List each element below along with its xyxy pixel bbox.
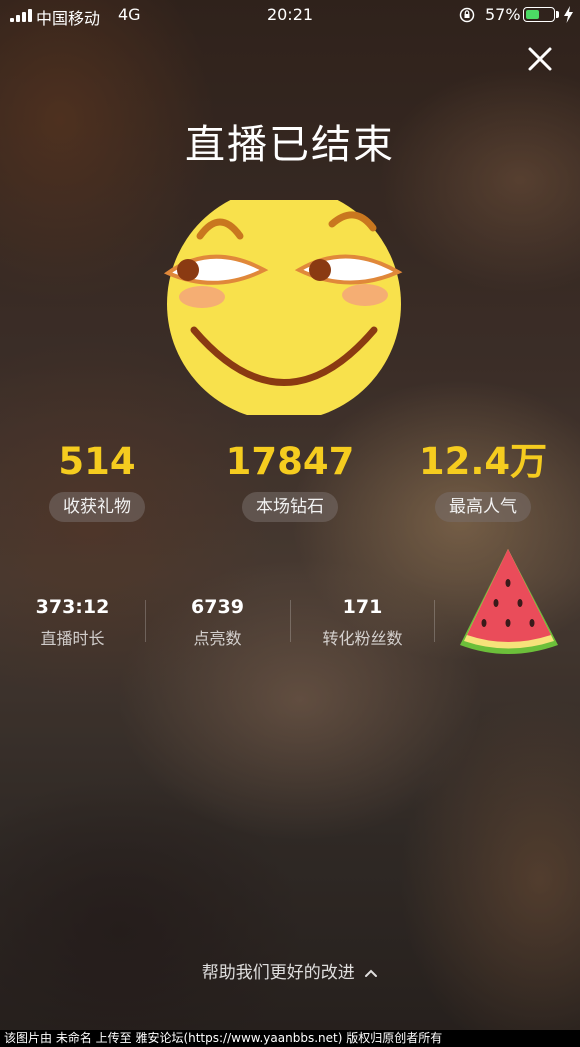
stat-duration: 373:12 直播时长	[0, 593, 145, 649]
smirk-face-emoji	[163, 200, 403, 415]
feedback-link[interactable]: 帮助我们更好的改进	[0, 958, 580, 983]
battery-level	[526, 10, 540, 19]
charging-icon	[564, 6, 573, 23]
battery-tip	[556, 11, 559, 18]
battery-percent: 57%	[485, 5, 521, 24]
stat-peak-popularity: 12.4万 最高人气	[393, 438, 573, 522]
stat-diamonds-label: 本场钻石	[242, 492, 338, 522]
stat-new-fans-value: 171	[342, 596, 383, 618]
stat-peak-popularity-label: 最高人气	[435, 492, 531, 522]
page-title: 直播已结束	[185, 122, 395, 168]
stat-peak-popularity-value: 12.4万	[418, 440, 548, 483]
stat-new-fans: 171 转化粉丝数	[290, 593, 435, 649]
stat-gifts-label: 收获礼物	[49, 492, 145, 522]
stat-likes: 6739 点亮数	[145, 593, 290, 649]
footer-credit: 该图片由 未命名 上传至 雅安论坛(https://www.yaanbbs.ne…	[0, 1030, 580, 1047]
stat-duration-label: 直播时长	[40, 629, 105, 648]
stat-divider	[434, 600, 435, 642]
stat-gifts: 514 收获礼物	[7, 438, 187, 522]
feedback-label: 帮助我们更好的改进	[201, 963, 355, 983]
status-bar: 中国移动 4G 20:21 57%	[0, 0, 580, 30]
close-icon[interactable]	[524, 43, 556, 75]
watermelon-icon	[460, 549, 558, 654]
rotation-lock-icon	[459, 7, 475, 23]
stat-gifts-value: 514	[58, 440, 136, 483]
stat-likes-value: 6739	[191, 596, 244, 618]
stat-likes-label: 点亮数	[193, 629, 242, 648]
stat-diamonds-value: 17847	[225, 440, 355, 483]
battery-icon	[523, 7, 555, 22]
chevron-up-icon	[365, 969, 378, 977]
stat-diamonds: 17847 本场钻石	[200, 438, 380, 522]
stat-new-fans-label: 转化粉丝数	[322, 629, 403, 648]
stat-duration-value: 373:12	[35, 596, 110, 618]
